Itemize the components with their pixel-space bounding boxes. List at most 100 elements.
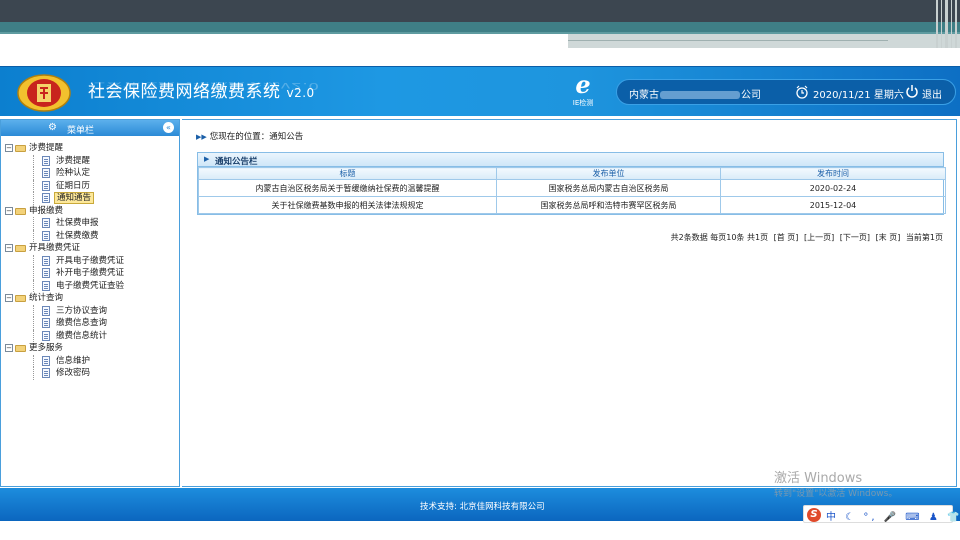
panel-title-bar: ▶ 通知公告栏 <box>198 153 943 167</box>
collapse-toggle-icon[interactable]: − <box>5 144 13 152</box>
menu-item-label: 社保费缴费 <box>56 230 99 241</box>
collapse-sidebar-icon[interactable]: « <box>163 122 174 133</box>
pager-first[interactable]: [首 页] <box>774 233 799 242</box>
menu-group[interactable]: − 申报缴费 <box>1 205 179 218</box>
document-icon <box>42 268 50 278</box>
menu-item-label: 险种认定 <box>56 168 91 178</box>
tree-line <box>33 317 34 330</box>
menu-item[interactable]: 补开电子缴费凭证 <box>1 267 179 280</box>
menu-item[interactable]: 信息维护 <box>1 354 179 367</box>
notice-publisher: 国家税务总局呼和浩特市赛罕区税务局 <box>496 196 721 214</box>
slide-grey-line <box>568 40 888 41</box>
collapse-toggle-icon[interactable]: − <box>5 244 13 252</box>
menu-item[interactable]: 征期日历 <box>1 179 179 192</box>
collapse-toggle-icon[interactable]: − <box>5 206 13 215</box>
menu-item-label: 缴费信息查询 <box>56 318 108 328</box>
document-icon <box>42 280 50 291</box>
pager-summary: 共2条数据 每页10条 共1页 <box>670 233 769 242</box>
folder-icon <box>15 207 26 215</box>
menu-item[interactable]: 社保费缴费 <box>1 229 179 242</box>
menu-group-label: 统计查询 <box>29 293 64 303</box>
collapse-toggle-icon[interactable]: − <box>5 344 13 352</box>
collapse-toggle-icon[interactable]: − <box>5 294 13 302</box>
app-window: 社会保险费网络缴费系统 v2.0 社会保险费网络缴费系统v2.0 e IE检测 内… <box>0 66 960 521</box>
tree-line <box>33 229 34 242</box>
sogou-icon[interactable]: S <box>807 508 821 522</box>
menu-group[interactable]: − 更多服务 <box>1 342 179 355</box>
document-icon <box>42 330 50 341</box>
logout-link[interactable]: 退出 <box>922 86 942 101</box>
document-icon <box>42 230 50 241</box>
ime-toolbar-items[interactable]: 中 ☾ °, 🎤 ⌨ ♟ 👕 ▦ <box>826 508 960 523</box>
menu-group[interactable]: − 开具缴费凭证 <box>1 242 179 255</box>
menu-item[interactable]: 缴费信息统计 <box>1 329 179 342</box>
menu-item-label: 电子缴费凭证查验 <box>56 280 125 291</box>
tree-line <box>33 329 34 342</box>
power-icon[interactable] <box>905 84 919 98</box>
gear-icon: ⚙ <box>48 122 57 133</box>
menu-item[interactable]: 缴费信息查询 <box>1 317 179 330</box>
alarm-clock-icon <box>796 85 808 99</box>
menu-item[interactable]: 险种认定 <box>1 167 179 180</box>
pagination: 共2条数据 每页10条 共1页 [首 页] [上一页] [下一页] [末 页] … <box>668 232 943 243</box>
pager-last[interactable]: [末 页] <box>876 233 901 242</box>
menu-item-label: 开具电子缴费凭证 <box>56 255 125 266</box>
tree-line <box>33 179 34 192</box>
notice-panel: ▶ 通知公告栏 标题 发布单位 发布时间 内蒙古自治区税务局关于暂缓缴纳社保费的… <box>197 152 946 215</box>
menu-item[interactable]: 三方协议查询 <box>1 304 179 317</box>
menu-item[interactable]: 涉费提醒 <box>1 154 179 167</box>
menu-item-label: 社保费申报 <box>56 218 99 228</box>
folder-icon <box>15 345 26 352</box>
app-header: 社会保险费网络缴费系统 v2.0 社会保险费网络缴费系统v2.0 e IE检测 内… <box>0 66 960 116</box>
notice-title-link[interactable]: 内蒙古自治区税务局关于暂缓缴纳社保费的温馨提醒 <box>198 179 497 197</box>
ime-toolbar[interactable]: S 中 ☾ °, 🎤 ⌨ ♟ 👕 ▦ <box>803 505 960 523</box>
column-header-date[interactable]: 发布时间 <box>720 167 946 180</box>
folder-icon <box>15 245 26 252</box>
ie-check-button[interactable]: e IE检测 <box>565 72 601 114</box>
folder-icon <box>15 295 26 302</box>
menu-item-label: 缴费信息统计 <box>56 330 108 341</box>
column-header-publisher[interactable]: 发布单位 <box>496 167 721 180</box>
column-header-title[interactable]: 标题 <box>198 167 497 180</box>
user-info-bar: 内蒙古 公司 2020/11/21 星期六 退出 <box>616 79 956 105</box>
menu-item[interactable]: 修改密码 <box>1 367 179 380</box>
double-arrow-icon: ▶▶ <box>196 133 207 141</box>
menu-sidebar: ⚙ 菜单栏 « − 涉费提醒 涉费提醒 险种认定 征期日历 通知通告 − 申报缴费 社保费申报社… <box>0 119 180 487</box>
menu-item[interactable]: 社保费申报 <box>1 217 179 230</box>
sidebar-title: 菜单栏 <box>67 126 95 136</box>
menu-item-label: 修改密码 <box>56 368 91 378</box>
document-icon <box>42 180 50 191</box>
notice-table: 标题 发布单位 发布时间 内蒙古自治区税务局关于暂缓缴纳社保费的温馨提醒 国家税… <box>198 167 946 214</box>
menu-item-label: 征期日历 <box>56 180 91 191</box>
main-content: ▶▶ 您现在的位置：通知公告 ▶ 通知公告栏 标题 发布单位 发布时间 内蒙古自治… <box>182 119 957 487</box>
pager-current: 当前第1页 <box>905 233 943 242</box>
menu-item[interactable]: 通知通告 <box>1 192 179 205</box>
tree-line <box>33 217 34 230</box>
menu-group[interactable]: − 涉费提醒 <box>1 142 179 155</box>
notice-title-link[interactable]: 关于社保缴费基数申报的相关法律法规规定 <box>198 196 497 214</box>
slide-grey-band <box>568 34 960 48</box>
document-icon <box>42 368 50 378</box>
menu-tree: − 涉费提醒 涉费提醒 险种认定 征期日历 通知通告 − 申报缴费 社保费申报 社保费缴费 − 开具缴… <box>1 136 179 380</box>
menu-item[interactable]: 电子缴费凭证查验 <box>1 279 179 292</box>
tree-line <box>33 154 34 167</box>
tree-line <box>33 192 34 205</box>
table-row[interactable]: 关于社保缴费基数申报的相关法律法规规定 国家税务总局呼和浩特市赛罕区税务局 20… <box>198 196 946 214</box>
sidebar-header: ⚙ 菜单栏 « <box>1 120 179 136</box>
menu-item[interactable]: 开具电子缴费凭证 <box>1 254 179 267</box>
table-row[interactable]: 内蒙古自治区税务局关于暂缓缴纳社保费的温馨提醒 国家税务总局内蒙古自治区税务局 … <box>198 179 946 197</box>
tree-line <box>33 167 34 180</box>
tree-line <box>33 304 34 317</box>
notice-date: 2015-12-04 <box>720 196 946 214</box>
tree-line <box>33 267 34 280</box>
slide-top-bar <box>0 0 960 22</box>
tech-support-text: 技术支持: 北京佳网科技有限公司 <box>420 502 545 512</box>
pager-prev[interactable]: [上一页] <box>804 233 834 242</box>
menu-group[interactable]: − 统计查询 <box>1 292 179 305</box>
document-icon <box>42 318 50 328</box>
pager-next[interactable]: [下一页] <box>840 233 870 242</box>
document-icon <box>42 193 50 203</box>
ie-icon: e <box>575 70 591 99</box>
menu-group-label: 涉费提醒 <box>29 143 64 153</box>
system-title-reflection: 社会保险费网络缴费系统v2.0 <box>88 80 320 92</box>
